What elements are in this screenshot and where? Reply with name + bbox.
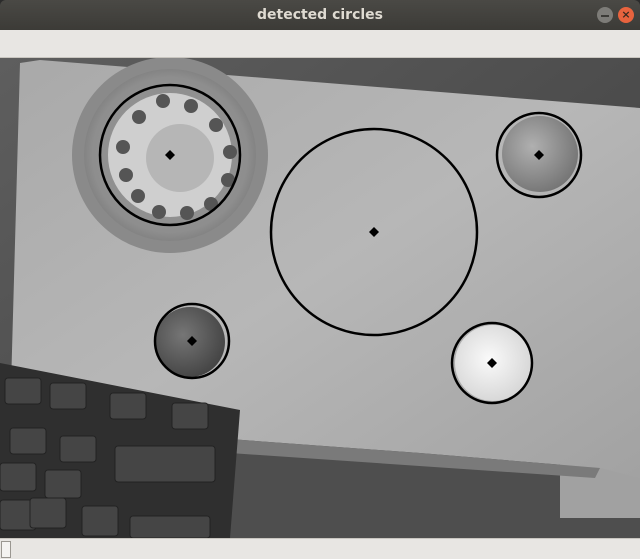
minimize-button[interactable] <box>597 7 613 23</box>
app-window: detected circles × <box>0 0 640 559</box>
close-icon: × <box>621 8 631 21</box>
toolbar <box>0 30 640 58</box>
image-view <box>0 57 640 539</box>
detection-image <box>0 57 640 539</box>
window-title: detected circles <box>256 7 383 23</box>
resize-grip[interactable] <box>1 541 11 558</box>
title-bar[interactable]: detected circles × <box>0 0 640 30</box>
status-bar <box>0 538 640 559</box>
close-button[interactable]: × <box>618 7 634 23</box>
